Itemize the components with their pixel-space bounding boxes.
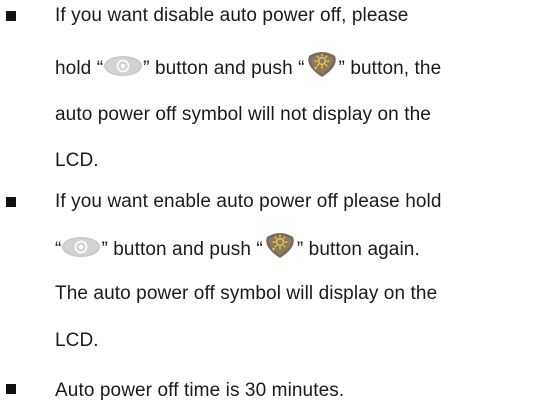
bullet-marker [6,197,16,207]
backlight-button-icon [263,231,297,259]
bullet-2-line-4: LCD. [55,330,99,352]
line-text-part: ” button again. [296,239,420,260]
bullet-2-line-1: If you want enable auto power off please… [55,191,442,213]
bullet-1-line-4: LCD. [55,150,99,172]
line-text: If you want disable auto power off, plea… [55,5,409,26]
power-button-icon [61,236,101,258]
bullet-1-line-3: auto power off symbol will not display o… [55,104,431,126]
bullet-2-line-3: The auto power off symbol will display o… [55,283,437,305]
bullet-marker [6,384,16,394]
line-text-part: ” button and push “ [101,239,263,260]
power-button-icon [103,55,143,77]
line-text-part: ” button, the [338,58,442,79]
line-text-part: ” button and push “ [143,58,305,79]
bullet-marker [6,11,16,21]
line-text: The auto power off symbol will display o… [55,283,438,304]
manual-page: If you want disable auto power off, plea… [0,0,538,413]
bullet-1-line-2: hold “ ” button and push “ ” button, the [55,51,442,80]
line-text: LCD. [55,330,99,351]
bullet-3-line-1: Auto power off time is 30 minutes. [55,380,344,402]
line-text: If you want enable auto power off please… [55,191,442,212]
bullet-1-line-1: If you want disable auto power off, plea… [55,5,408,27]
line-text: auto power off symbol will not display o… [55,104,431,125]
line-text: LCD. [55,150,99,171]
line-text-part: hold “ [55,58,104,79]
backlight-button-icon [305,50,339,78]
line-text: Auto power off time is 30 minutes. [55,380,345,401]
bullet-2-line-2: “” button and push “” button again. [55,232,420,261]
